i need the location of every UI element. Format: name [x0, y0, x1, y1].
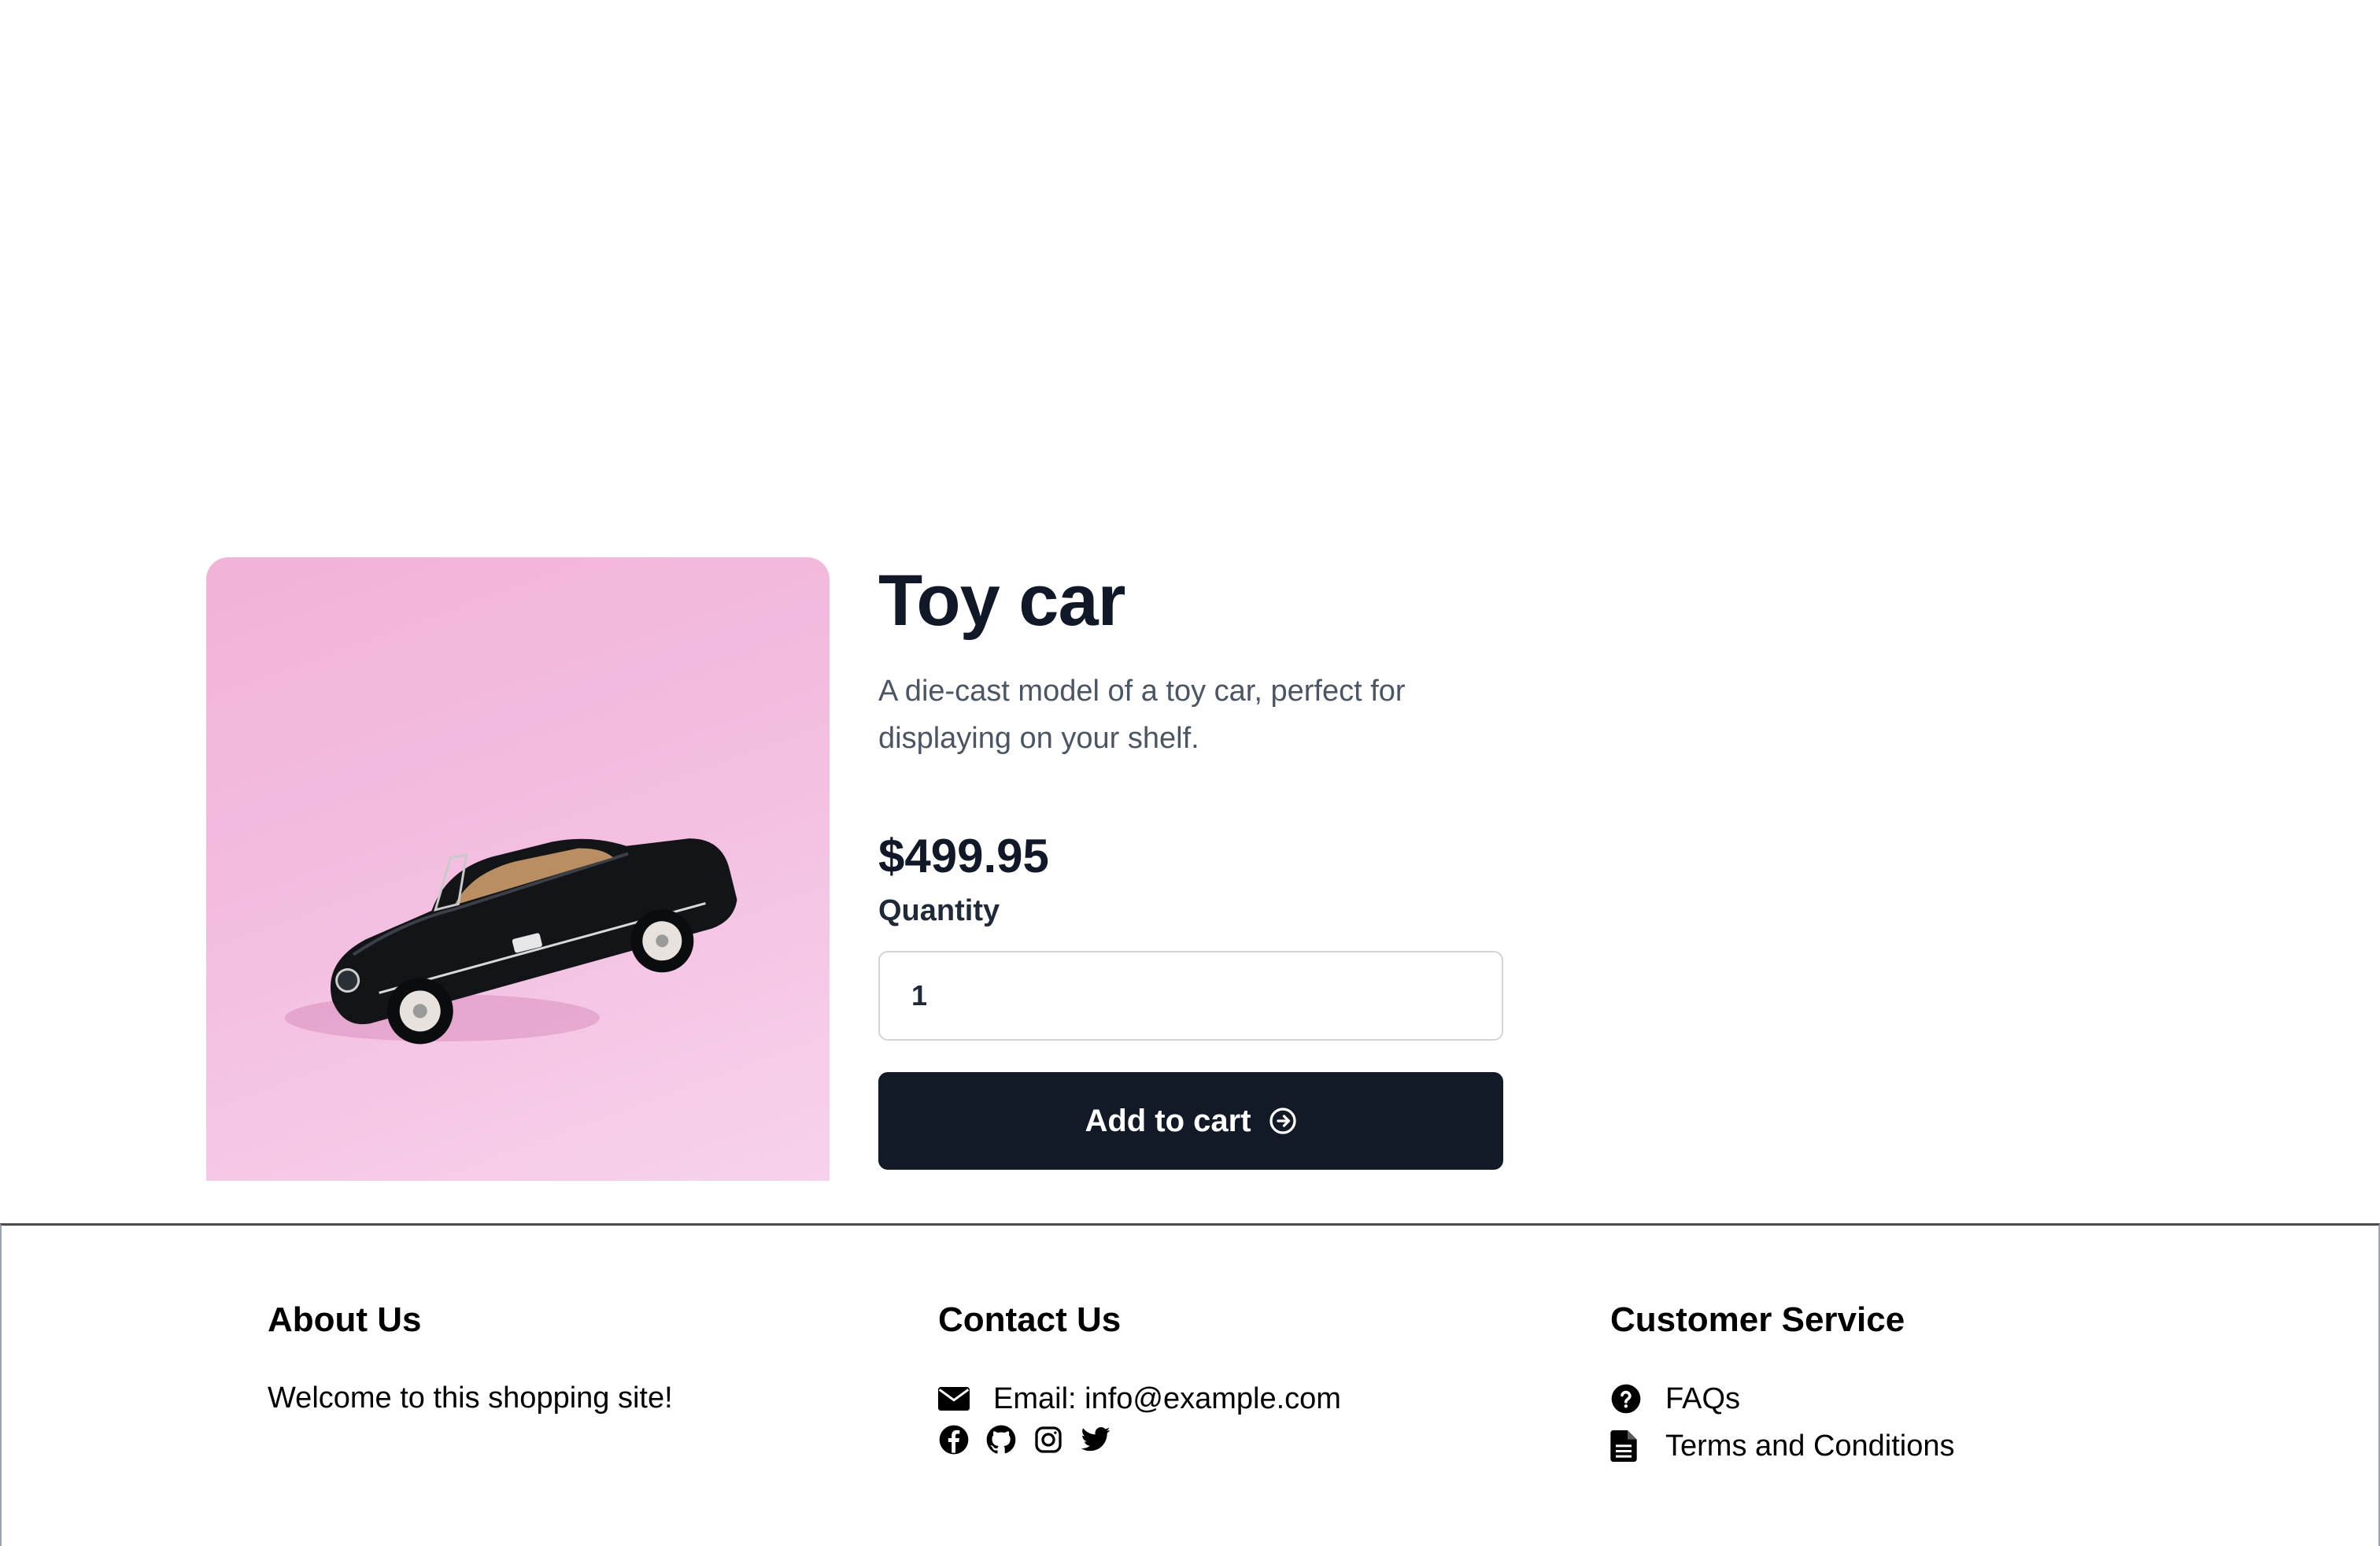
add-to-cart-label: Add to cart [1085, 1103, 1251, 1138]
terms-link-text: Terms and Conditions [1665, 1429, 1955, 1463]
faqs-link-text: FAQs [1665, 1382, 1741, 1415]
question-circle-icon [1610, 1383, 1665, 1415]
product-image [206, 557, 830, 1181]
twitter-icon[interactable] [1080, 1424, 1111, 1455]
facebook-icon[interactable] [938, 1424, 970, 1455]
add-to-cart-button[interactable]: Add to cart [878, 1072, 1503, 1170]
site-footer: About Us Welcome to this shopping site! … [0, 1223, 2380, 1546]
footer-contact: Contact Us Email: info@example.com [938, 1298, 1341, 1455]
product-price: $499.95 [878, 830, 1049, 882]
about-heading: About Us [268, 1300, 422, 1339]
contact-heading: Contact Us [938, 1300, 1122, 1339]
footer-customer-service: Customer Service FAQs Terms and Conditio… [1610, 1298, 1955, 1470]
contact-list: Email: info@example.com [938, 1375, 1341, 1455]
arrow-right-circle-icon [1269, 1107, 1297, 1135]
terms-link[interactable]: Terms and Conditions [1610, 1422, 1955, 1470]
quantity-input[interactable] [878, 951, 1503, 1041]
envelope-icon [938, 1386, 993, 1411]
quantity-label: Quantity [878, 894, 1000, 927]
contact-email-row[interactable]: Email: info@example.com [938, 1375, 1341, 1422]
product-section: Toy car A die-cast model of a toy car, p… [206, 557, 1505, 1181]
product-description: A die-cast model of a toy car, perfect f… [878, 675, 1406, 755]
product-title: Toy car [878, 560, 1125, 641]
instagram-icon[interactable] [1033, 1424, 1064, 1455]
social-links [938, 1424, 1341, 1455]
contact-email-text: Email: info@example.com [993, 1382, 1341, 1415]
toy-car-illustration [285, 838, 737, 1045]
faqs-link[interactable]: FAQs [1610, 1375, 1955, 1422]
customer-service-heading: Customer Service [1610, 1300, 1905, 1339]
customer-service-list: FAQs Terms and Conditions [1610, 1375, 1955, 1470]
github-icon[interactable] [985, 1424, 1017, 1455]
about-text: Welcome to this shopping site! [268, 1381, 673, 1415]
document-icon [1610, 1430, 1665, 1462]
footer-about: About Us Welcome to this shopping site! [268, 1298, 673, 1418]
